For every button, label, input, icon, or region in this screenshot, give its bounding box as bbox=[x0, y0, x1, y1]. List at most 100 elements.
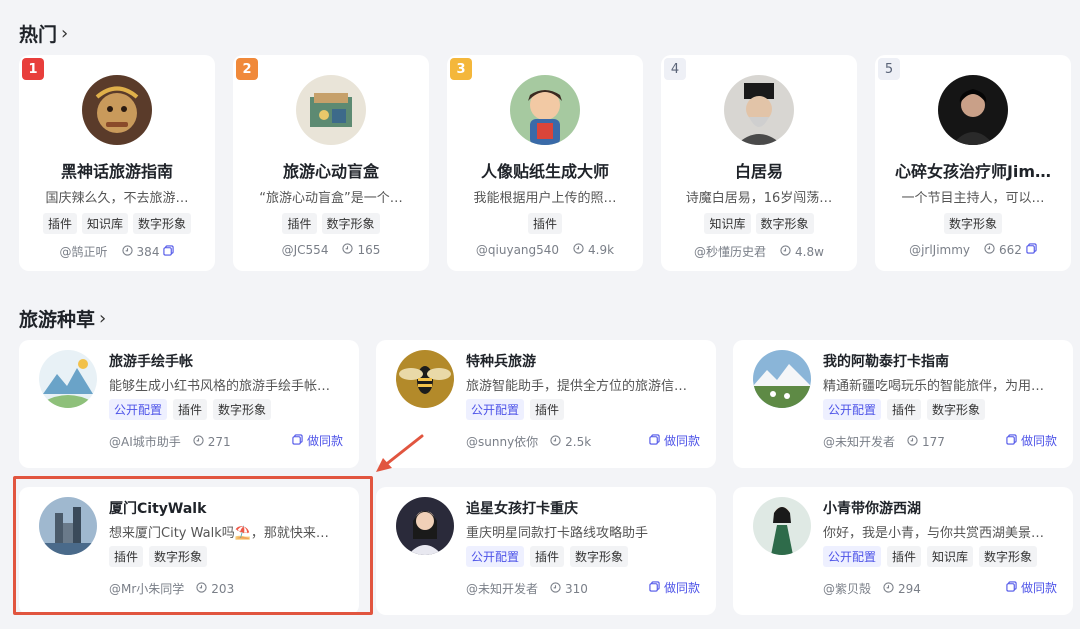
usage-count: 662 bbox=[984, 243, 1037, 257]
usage-count: 2.5k bbox=[550, 433, 591, 450]
tag-badge: 插件 bbox=[887, 546, 922, 567]
author-name[interactable]: @鹄正听 bbox=[60, 243, 108, 260]
travel-card[interactable]: 我的阿勒泰打卡指南 精通新疆吃喝玩乐的智能旅伴，为用… 公开配置 插件 数字形象 @… bbox=[733, 340, 1073, 468]
clock-icon bbox=[121, 244, 133, 259]
tag-badge: 数字形象 bbox=[570, 546, 629, 567]
author-name[interactable]: @sunny依你 bbox=[466, 433, 538, 450]
usage-count: 310 bbox=[550, 580, 588, 597]
clock-icon bbox=[550, 434, 561, 449]
travel-card[interactable]: 旅游手绘手帐 能够生成小红书风格的旅游手绘手帐… 公开配置 插件 数字形象 @AI城… bbox=[19, 340, 359, 468]
hot-card[interactable]: 1 黑神话旅游指南 国庆辣么久，不去旅游… 插件 知识库 数字形象 @鹄正听 384 bbox=[19, 55, 215, 271]
card-description: “旅游心动盲盒”是一个… bbox=[259, 191, 403, 206]
hot-card[interactable]: 2 旅游心动盲盒 “旅游心动盲盒”是一个… 插件 数字形象 @JC554 165 bbox=[233, 55, 429, 271]
card-title: 黑神话旅游指南 bbox=[60, 162, 173, 181]
usage-count-value: 4.9k bbox=[588, 243, 615, 257]
card-title: 小青带你游西湖 bbox=[823, 501, 921, 517]
tag-list: 插件 数字形象 bbox=[233, 213, 429, 234]
avatar bbox=[753, 350, 811, 408]
usage-count-value: 2.5k bbox=[565, 434, 592, 449]
tag-badge: 数字形象 bbox=[321, 213, 380, 234]
tag-list: 公开配置 插件 知识库 数字形象 bbox=[823, 546, 1038, 567]
author-name[interactable]: @qiuyang540 bbox=[476, 243, 559, 257]
card-description: 你好，我是小青，与你共赏西湖美景… bbox=[823, 526, 1045, 541]
chevron-right-icon: › bbox=[61, 23, 69, 44]
copy-icon bbox=[1006, 433, 1017, 448]
make-same-button[interactable]: 做同款 bbox=[292, 432, 343, 449]
usage-count-value: 271 bbox=[207, 434, 231, 449]
card-description: 重庆明星同款打卡路线攻略助手 bbox=[466, 526, 649, 541]
avatar bbox=[39, 350, 97, 408]
copy-icon bbox=[649, 580, 660, 595]
make-same-button[interactable]: 做同款 bbox=[1006, 432, 1057, 449]
tag-list: 公开配置 插件 数字形象 bbox=[823, 399, 986, 420]
hot-card[interactable]: 5 心碎女孩治疗师Jim… 一个节目主持人，可以… 数字形象 @jrlJimmy… bbox=[875, 55, 1071, 271]
tag-list: 公开配置 插件 数字形象 bbox=[466, 546, 629, 567]
tag-list: 插件 bbox=[447, 213, 643, 234]
copy-icon[interactable] bbox=[163, 244, 175, 259]
card-title: 心碎女孩治疗师Jim… bbox=[894, 162, 1052, 181]
travel-card[interactable]: 追星女孩打卡重庆 重庆明星同款打卡路线攻略助手 公开配置 插件 数字形象 @未知开发… bbox=[376, 487, 716, 615]
usage-count-value: 384 bbox=[136, 244, 160, 259]
rank-badge: 4 bbox=[664, 58, 686, 80]
usage-count-value: 662 bbox=[999, 243, 1022, 257]
tag-badge: 知识库 bbox=[927, 546, 974, 567]
copy-icon bbox=[292, 433, 303, 448]
card-meta: @AI城市助手 271 bbox=[109, 433, 231, 450]
card-title: 旅游心动盲盒 bbox=[282, 162, 379, 181]
card-meta: @秒懂历史君 4.8w bbox=[661, 243, 857, 260]
card-description: 能够生成小红书风格的旅游手绘手帐… bbox=[109, 379, 331, 394]
make-same-label: 做同款 bbox=[663, 581, 700, 595]
card-meta: @紫贝殻 294 bbox=[823, 580, 921, 597]
clock-icon bbox=[550, 581, 561, 596]
make-same-button[interactable]: 做同款 bbox=[649, 432, 700, 449]
avatar bbox=[753, 497, 811, 555]
hot-card[interactable]: 3 人像贴纸生成大师 我能根据用户上传的照… 插件 @qiuyang540 4.… bbox=[447, 55, 643, 271]
tag-badge: 数字形象 bbox=[213, 399, 272, 420]
make-same-button[interactable]: 做同款 bbox=[1006, 579, 1057, 596]
card-description: 我能根据用户上传的照… bbox=[473, 191, 617, 206]
card-description: 精通新疆吃喝玩乐的智能旅伴，为用… bbox=[823, 379, 1045, 394]
usage-count-value: 4.8w bbox=[795, 244, 824, 259]
tag-badge: 数字形象 bbox=[927, 399, 986, 420]
tag-badge: 插件 bbox=[530, 546, 565, 567]
author-name[interactable]: @JC554 bbox=[282, 243, 329, 257]
author-name[interactable]: @AI城市助手 bbox=[109, 433, 181, 450]
clock-icon bbox=[342, 243, 354, 257]
travel-section-title[interactable]: 旅游种草 › bbox=[19, 305, 106, 332]
make-same-label: 做同款 bbox=[306, 434, 343, 448]
author-name[interactable]: @未知开发者 bbox=[823, 433, 895, 450]
tag-badge: 公开配置 bbox=[109, 399, 168, 420]
tag-badge: 公开配置 bbox=[823, 546, 882, 567]
copy-icon[interactable] bbox=[1026, 243, 1037, 257]
avatar bbox=[82, 75, 152, 145]
tag-list: 公开配置 插件 数字形象 bbox=[109, 399, 272, 420]
clock-icon bbox=[907, 434, 918, 449]
tag-badge: 公开配置 bbox=[466, 399, 525, 420]
tag-badge: 公开配置 bbox=[466, 546, 525, 567]
clock-icon bbox=[573, 243, 584, 257]
usage-count-value: 310 bbox=[565, 581, 588, 596]
make-same-label: 做同款 bbox=[1020, 581, 1057, 595]
usage-count-value: 165 bbox=[357, 243, 381, 257]
hot-card[interactable]: 4 白居易 诗魔白居易，16岁闯荡… 知识库 数字形象 @秒懂历史君 4.8w bbox=[661, 55, 857, 271]
author-name[interactable]: @jrlJimmy bbox=[909, 243, 970, 257]
author-name[interactable]: @紫贝殻 bbox=[823, 580, 871, 597]
travel-section-label: 旅游种草 bbox=[19, 309, 96, 331]
hot-section-title[interactable]: 热门 › bbox=[19, 20, 68, 47]
card-description: 旅游智能助手，提供全方位的旅游信… bbox=[466, 379, 688, 394]
annotation-arrow-icon bbox=[376, 434, 424, 472]
author-name[interactable]: @未知开发者 bbox=[466, 580, 538, 597]
author-name[interactable]: @秒懂历史君 bbox=[694, 243, 766, 260]
usage-count-value: 294 bbox=[898, 581, 921, 596]
card-description: 一个节目主持人，可以… bbox=[901, 191, 1045, 206]
travel-card[interactable]: 小青带你游西湖 你好，我是小青，与你共赏西湖美景… 公开配置 插件 知识库 数字形象 … bbox=[733, 487, 1073, 615]
tag-badge: 插件 bbox=[282, 213, 317, 234]
tag-badge: 插件 bbox=[42, 213, 77, 234]
card-meta: @JC554 165 bbox=[233, 243, 429, 257]
tag-badge: 数字形象 bbox=[133, 213, 192, 234]
tag-list: 插件 知识库 数字形象 bbox=[19, 213, 215, 234]
make-same-button[interactable]: 做同款 bbox=[649, 579, 700, 596]
tag-badge: 数字形象 bbox=[979, 546, 1038, 567]
clock-icon bbox=[780, 244, 791, 259]
clock-icon bbox=[883, 581, 894, 596]
